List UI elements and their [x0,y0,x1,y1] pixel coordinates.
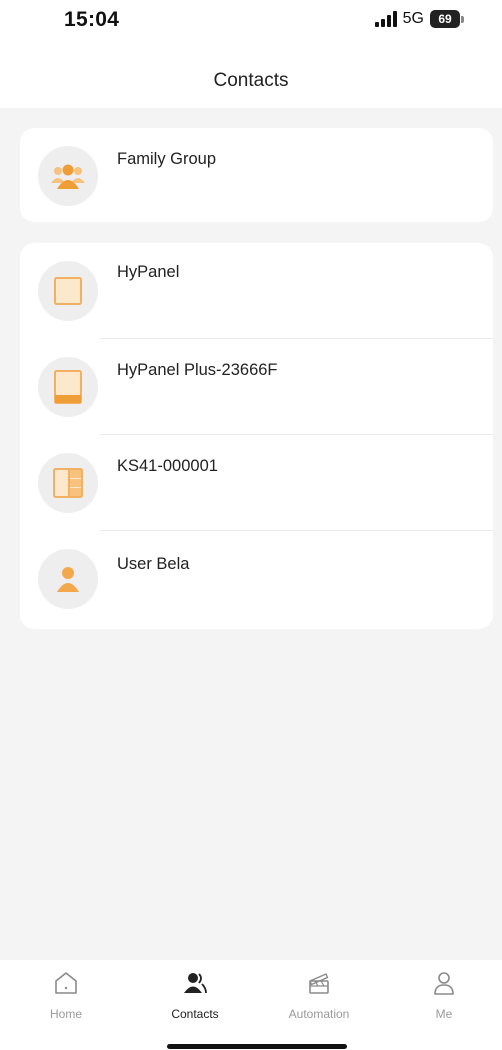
home-icon [55,972,77,994]
family-group-row[interactable]: Family Group [20,128,493,224]
family-group-icon [38,146,98,206]
nav-contacts-label: Contacts [171,1007,219,1021]
status-time: 15:04 [64,8,120,31]
battery-icon: 69 [430,10,464,28]
nav-home-label: Home [49,1007,82,1021]
home-indicator [167,1044,347,1049]
bottom-nav: Home Contacts Automation Me [0,960,502,1050]
battery-level: 69 [430,10,460,28]
contacts-list-card: HyPanel HyPanel Plus-23666F KS41-000001 [20,243,493,629]
contact-row-user-bela[interactable]: User Bela [20,531,493,627]
contact-label: User Bela [117,555,190,573]
network-type: 5G [402,10,424,27]
contact-row-hypanel[interactable]: HyPanel [20,243,493,339]
panel-device-icon [38,261,98,321]
panel-plus-device-icon [38,357,98,417]
status-bar: 15:04 5G 69 [0,0,502,40]
nav-me[interactable]: Me [399,960,489,1030]
contact-row-ks41[interactable]: KS41-000001 [20,435,493,531]
page-title: Contacts [213,70,289,91]
automation-icon [309,973,329,994]
signal-icon [374,11,397,27]
nav-contacts[interactable]: Contacts [150,960,240,1030]
contacts-icon [184,973,207,994]
family-group-card[interactable]: Family Group [20,128,493,222]
status-indicators: 5G 69 [374,10,464,28]
family-group-label: Family Group [117,150,217,168]
nav-automation-label: Automation [288,1007,350,1021]
switch-device-icon [38,453,98,513]
contact-label: HyPanel Plus-23666F [117,361,278,379]
nav-me-label: Me [435,1007,453,1021]
contact-label: HyPanel [117,263,180,281]
top-area: 15:04 5G 69 Contacts [0,0,502,108]
contact-row-hypanel-plus[interactable]: HyPanel Plus-23666F [20,339,493,435]
user-icon [38,549,98,609]
me-icon [434,972,454,995]
contact-label: KS41-000001 [117,457,218,475]
nav-automation[interactable]: Automation [274,960,364,1030]
nav-home[interactable]: Home [21,960,111,1030]
